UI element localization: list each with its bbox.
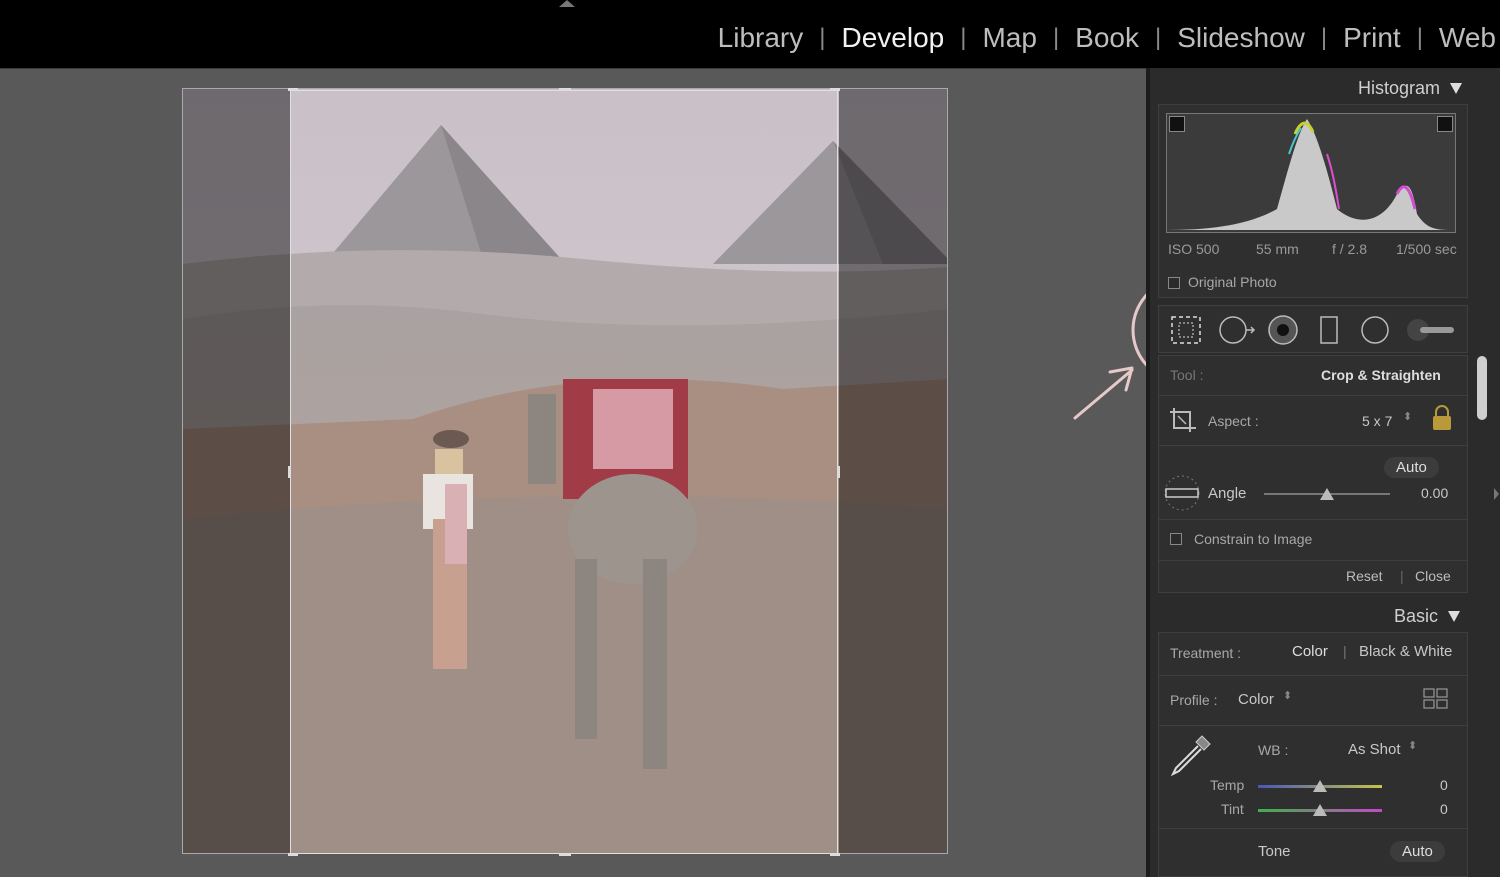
tone-label: Tone bbox=[1258, 843, 1291, 860]
red-eye-icon[interactable] bbox=[1266, 313, 1300, 347]
temp-slider-thumb[interactable] bbox=[1313, 780, 1327, 792]
crop-handle-top[interactable] bbox=[559, 88, 571, 91]
tint-label: Tint bbox=[1221, 801, 1244, 817]
treatment-color-button[interactable]: Color bbox=[1292, 643, 1328, 660]
collapse-right-panel-icon[interactable] bbox=[1494, 488, 1499, 500]
constrain-to-image-label: Constrain to Image bbox=[1194, 531, 1313, 547]
temp-label: Temp bbox=[1210, 777, 1245, 793]
aspect-stepper-icon[interactable]: ⬍ bbox=[1403, 410, 1412, 423]
collapse-triangle-icon[interactable] bbox=[1448, 611, 1460, 622]
crop-handle-bottom-right[interactable] bbox=[830, 853, 840, 856]
basic-header[interactable]: Basic bbox=[1394, 606, 1460, 627]
module-develop[interactable]: Develop bbox=[842, 22, 945, 54]
tool-label: Tool : bbox=[1170, 367, 1204, 383]
histogram-title: Histogram bbox=[1357, 78, 1440, 98]
auto-straighten-button[interactable]: Auto bbox=[1384, 457, 1439, 478]
annotation-arrow bbox=[1073, 368, 1134, 420]
graduated-filter-icon[interactable] bbox=[1318, 313, 1342, 347]
highlight-clipping-icon[interactable] bbox=[1437, 116, 1453, 132]
wb-select[interactable]: As Shot bbox=[1348, 741, 1401, 758]
adjustment-brush-icon[interactable] bbox=[1404, 313, 1456, 347]
profile-stepper-icon[interactable]: ⬍ bbox=[1283, 689, 1292, 702]
collapse-triangle-icon[interactable] bbox=[1450, 83, 1462, 94]
exif-iso: ISO 500 bbox=[1168, 241, 1220, 257]
lock-icon[interactable] bbox=[1431, 404, 1453, 432]
module-library[interactable]: Library bbox=[718, 22, 804, 54]
module-picker: Library | Develop | Map | Book | Slidesh… bbox=[717, 22, 1496, 54]
crop-handle-bottom-left[interactable] bbox=[288, 853, 298, 856]
module-book[interactable]: Book bbox=[1075, 22, 1139, 54]
module-picker-bar: Library | Develop | Map | Book | Slidesh… bbox=[0, 0, 1500, 68]
crop-handle-bottom[interactable] bbox=[559, 853, 571, 856]
radial-filter-icon[interactable] bbox=[1358, 313, 1392, 347]
reset-button[interactable]: Reset bbox=[1346, 568, 1383, 584]
wb-label: WB : bbox=[1258, 742, 1289, 758]
original-photo-checkbox[interactable] bbox=[1168, 277, 1180, 289]
white-balance-eyedropper-icon[interactable] bbox=[1168, 732, 1214, 776]
histogram-chart bbox=[1167, 119, 1455, 230]
crop-handle-top-right[interactable] bbox=[830, 88, 840, 91]
tint-slider-thumb[interactable] bbox=[1313, 804, 1327, 816]
constrain-to-image-checkbox[interactable] bbox=[1170, 533, 1182, 545]
exif-aperture: f / 2.8 bbox=[1332, 241, 1368, 257]
histogram-header[interactable]: Histogram bbox=[1358, 78, 1462, 99]
aspect-select[interactable]: 5 x 7 bbox=[1362, 413, 1392, 429]
basic-title: Basic bbox=[1393, 606, 1438, 626]
module-web[interactable]: Web bbox=[1439, 22, 1496, 54]
tone-auto-button[interactable]: Auto bbox=[1390, 841, 1445, 862]
aspect-label: Aspect : bbox=[1208, 413, 1259, 429]
temp-value[interactable]: 0 bbox=[1440, 777, 1448, 793]
module-print[interactable]: Print bbox=[1343, 22, 1401, 54]
crop-handle-right[interactable] bbox=[837, 466, 840, 478]
angle-slider-thumb[interactable] bbox=[1320, 488, 1334, 500]
tool-name: Crop & Straighten bbox=[1321, 367, 1441, 383]
profile-select[interactable]: Color bbox=[1238, 691, 1274, 708]
treatment-label: Treatment : bbox=[1170, 645, 1242, 661]
treatment-bw-button[interactable]: Black & White bbox=[1359, 643, 1452, 660]
crop-handle-left[interactable] bbox=[288, 466, 291, 478]
crop-straighten-tool-icon[interactable] bbox=[1168, 404, 1200, 436]
module-map[interactable]: Map bbox=[982, 22, 1036, 54]
angle-value[interactable]: 0.00 bbox=[1421, 485, 1448, 501]
wb-stepper-icon[interactable]: ⬍ bbox=[1408, 739, 1417, 752]
angle-label: Angle bbox=[1208, 485, 1247, 502]
close-button[interactable]: Close bbox=[1415, 568, 1451, 584]
collapse-top-panel-icon[interactable] bbox=[559, 0, 575, 7]
histogram-graph[interactable] bbox=[1166, 113, 1456, 233]
original-photo-label: Original Photo bbox=[1188, 274, 1277, 290]
crop-frame[interactable] bbox=[288, 88, 840, 856]
crop-overlay-icon[interactable] bbox=[1170, 313, 1202, 347]
panel-scrollbar[interactable] bbox=[1474, 68, 1500, 877]
shadow-clipping-icon[interactable] bbox=[1169, 116, 1185, 132]
exif-focal-length: 55 mm bbox=[1256, 241, 1299, 257]
module-slideshow[interactable]: Slideshow bbox=[1177, 22, 1305, 54]
profile-browser-icon[interactable] bbox=[1423, 688, 1449, 710]
spot-removal-icon[interactable] bbox=[1218, 313, 1258, 347]
panel-scrollbar-thumb[interactable] bbox=[1477, 356, 1487, 420]
tint-value[interactable]: 0 bbox=[1440, 801, 1448, 817]
exif-shutter: 1/500 sec bbox=[1396, 241, 1457, 257]
crop-handle-top-left[interactable] bbox=[288, 88, 298, 91]
profile-label: Profile : bbox=[1170, 692, 1218, 708]
straighten-level-icon[interactable] bbox=[1163, 474, 1201, 512]
